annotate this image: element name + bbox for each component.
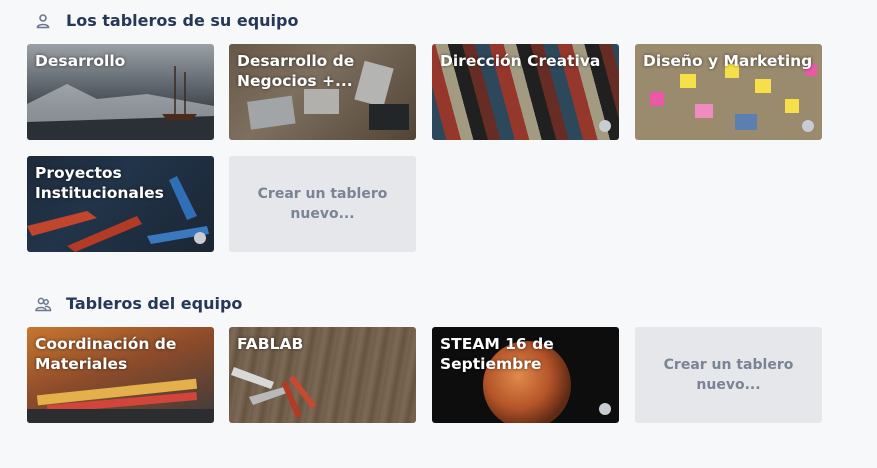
board-label: Desarrollo de Negocios +... bbox=[237, 52, 355, 90]
board-tile-fablab[interactable]: FABLAB bbox=[229, 327, 416, 423]
board-tile-desarrollo[interactable]: Desarrollo bbox=[27, 44, 214, 140]
star-icon[interactable] bbox=[599, 120, 611, 132]
create-board-button[interactable]: Crear un tablero nuevo... bbox=[229, 156, 416, 252]
team-icon bbox=[34, 295, 52, 313]
board-tile-steam-16-de-septiembre[interactable]: STEAM 16 de Septiembre bbox=[432, 327, 619, 423]
board-tile-proyectos-institucionales[interactable]: Proyectos Institucionales bbox=[27, 156, 214, 252]
star-icon[interactable] bbox=[194, 232, 206, 244]
section-title: Tableros del equipo bbox=[66, 294, 243, 313]
board-label: Proyectos Institucionales bbox=[35, 164, 164, 202]
board-label: Coordinación de Materiales bbox=[35, 335, 177, 373]
create-board-button[interactable]: Crear un tablero nuevo... bbox=[635, 327, 822, 423]
section-header-team-boards: Los tableros de su equipo bbox=[34, 11, 298, 30]
board-tile-direccion-creativa[interactable]: Dirección Creativa bbox=[432, 44, 619, 140]
section-header-team: Tableros del equipo bbox=[34, 294, 242, 313]
star-icon[interactable] bbox=[599, 403, 611, 415]
board-tile-diseno-y-marketing[interactable]: Diseño y Marketing bbox=[635, 44, 822, 140]
board-label: FABLAB bbox=[237, 335, 304, 353]
create-board-label: Crear un tablero nuevo... bbox=[663, 357, 794, 393]
star-icon[interactable] bbox=[802, 120, 814, 132]
create-board-label: Crear un tablero nuevo... bbox=[257, 186, 388, 222]
person-icon bbox=[34, 12, 52, 30]
board-label: Diseño y Marketing bbox=[643, 52, 813, 70]
board-tile-desarrollo-de-negocios[interactable]: Desarrollo de Negocios +... bbox=[229, 44, 416, 140]
board-label: Desarrollo bbox=[35, 52, 126, 70]
section-title: Los tableros de su equipo bbox=[66, 11, 299, 30]
board-label: Dirección Creativa bbox=[440, 52, 601, 70]
board-label: STEAM 16 de Septiembre bbox=[440, 335, 554, 373]
board-tile-coordinacion-de-materiales[interactable]: Coordinación de Materiales bbox=[27, 327, 214, 423]
